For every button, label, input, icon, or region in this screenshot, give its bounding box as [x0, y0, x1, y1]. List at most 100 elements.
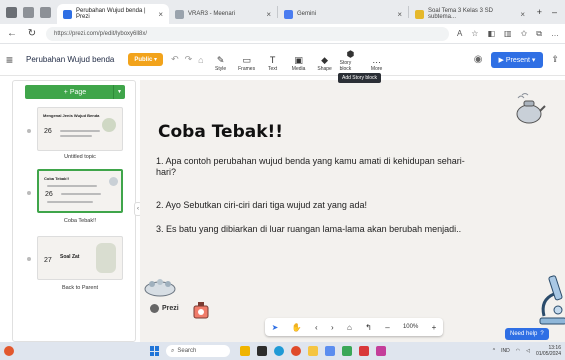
refresh-icon[interactable]: ↻ — [26, 28, 38, 39]
home-icon[interactable]: ⌂ — [347, 323, 352, 332]
close-icon[interactable]: × — [397, 10, 402, 19]
preview-eye-icon[interactable]: ◉ — [474, 54, 483, 65]
public-button[interactable]: Public ▾ — [128, 53, 164, 66]
browser-tab-bar: Perubahan Wujud benda | Prezi × VRAR3 - … — [0, 0, 565, 24]
slide-handle-icon[interactable] — [27, 191, 31, 195]
wifi-icon[interactable]: ◠ — [516, 348, 520, 354]
gemini-favicon-icon — [284, 9, 293, 19]
close-icon[interactable]: × — [266, 10, 271, 19]
slide-thumbnail[interactable]: Soal Zat 27 — [37, 236, 123, 280]
file-explorer-icon[interactable] — [240, 346, 250, 356]
zoom-in-icon[interactable]: + — [432, 323, 437, 332]
back-to-parent-icon[interactable]: ↰ — [365, 323, 372, 332]
share-icon[interactable]: ⇪ — [551, 54, 559, 65]
slide-title[interactable]: Coba Tebak!! — [158, 122, 283, 142]
tab-actions-icon[interactable] — [40, 6, 51, 18]
split-screen-icon[interactable]: ▥ — [504, 29, 512, 39]
format-painter-icon[interactable]: ⌂ — [198, 55, 203, 65]
new-tab-icon[interactable]: + — [537, 7, 542, 17]
undo-icon[interactable]: ↶ — [171, 54, 179, 65]
slide-handle-icon[interactable] — [27, 257, 31, 261]
add-page-button[interactable]: + Page ▼ — [25, 85, 125, 99]
slide-thumbnail-active[interactable]: Coba Tebak!! 26 — [37, 169, 123, 213]
more-tool[interactable]: … More — [366, 54, 388, 72]
collections-icon[interactable]: ⧉ — [536, 29, 542, 39]
tool-label: Style — [215, 65, 227, 72]
thumb-title: Mengenal Jenis Wujud Benda — [43, 113, 100, 118]
browser-toolbar-icons: A ☆ ◧ ▥ ✩ ⧉ … — [457, 29, 559, 39]
back-icon[interactable]: ← — [6, 28, 18, 39]
edge-icon[interactable] — [274, 346, 284, 356]
thumb-number: 26 — [45, 191, 53, 198]
slide-handle-icon[interactable] — [27, 129, 31, 133]
tab-soal[interactable]: Soal Tema 3 Kelas 3 SD subtema... × — [409, 4, 531, 24]
hamburger-menu-icon[interactable]: ≡ — [6, 53, 22, 67]
store-icon[interactable] — [325, 346, 335, 356]
search-placeholder: Search — [177, 348, 197, 354]
favorite-icon[interactable]: ☆ — [471, 29, 478, 39]
shape-tool[interactable]: ◆ Shape — [314, 54, 336, 72]
favorites-bar-icon[interactable]: ✩ — [521, 29, 528, 39]
tab-label: Soal Tema 3 Kelas 3 SD subtema... — [428, 8, 493, 20]
present-label: Present — [505, 56, 530, 64]
minimize-icon[interactable]: – — [552, 7, 557, 17]
pointer-icon[interactable]: ➤ — [272, 323, 279, 332]
hand-icon[interactable]: ✋ — [292, 323, 302, 332]
toolbar-right: ◉ ▶ Present ▾ ⇪ — [474, 51, 559, 68]
url-field[interactable]: https://prezi.com/p/edit/lyboxy6ll8x/ — [46, 26, 449, 41]
windows-start-icon[interactable] — [150, 346, 160, 356]
story-block-tool[interactable]: ⬢ Story block — [340, 48, 362, 72]
extensions-icon[interactable]: ◧ — [487, 29, 495, 39]
next-icon[interactable]: › — [331, 323, 334, 332]
text-tool[interactable]: T Text — [262, 54, 284, 72]
tab-groups-icon[interactable] — [23, 6, 34, 18]
terminal-icon[interactable] — [257, 346, 267, 356]
chrome-icon[interactable] — [291, 346, 301, 356]
chevron-up-icon[interactable]: ^ — [493, 348, 495, 354]
maps-icon[interactable] — [342, 346, 352, 356]
need-help-label: Need help — [510, 331, 538, 337]
slide-thumbnail[interactable]: Mengenal Jenis Wujud Benda 26 — [37, 107, 123, 151]
thumb-illustration-icon — [102, 118, 116, 132]
language-indicator[interactable]: IND — [501, 348, 510, 354]
present-button[interactable]: ▶ Present ▾ — [490, 51, 544, 68]
document-title[interactable]: Perubahan Wujud benda — [26, 55, 114, 64]
chevron-down-icon[interactable]: ▼ — [113, 85, 125, 99]
clock[interactable]: 13:16 01/05/2024 — [536, 345, 561, 357]
folder-icon[interactable] — [308, 346, 318, 356]
window-controls: + – — [537, 0, 565, 24]
tab-vrar[interactable]: VRAR3 - Meenari × — [169, 4, 277, 24]
tab-prezi[interactable]: Perubahan Wujud benda | Prezi × — [57, 4, 169, 24]
taskbar-search[interactable]: ⌕ Search — [166, 345, 230, 357]
frame-icon: ▭ — [242, 54, 251, 65]
style-tool[interactable]: ✎ Style — [210, 54, 232, 72]
volume-icon[interactable]: ◁ — [526, 348, 530, 354]
question-2[interactable]: 2. Ayo Sebutkan ciri-ciri dari tiga wuju… — [156, 200, 476, 211]
prezi-logo[interactable]: Prezi — [150, 304, 179, 313]
tab-gemini[interactable]: Gemini × — [278, 4, 408, 24]
close-icon[interactable]: × — [158, 10, 163, 19]
previous-icon[interactable]: ‹ — [315, 323, 318, 332]
gmail-icon[interactable] — [359, 346, 369, 356]
media-tool[interactable]: ▣ Media — [288, 54, 310, 72]
window-controls-left — [0, 0, 57, 24]
zoom-out-icon[interactable]: – — [385, 323, 389, 332]
weather-icon[interactable] — [4, 346, 14, 356]
profile-icon[interactable] — [6, 6, 17, 18]
need-help-button[interactable]: Need help ? — [505, 328, 549, 340]
read-aloud-icon[interactable]: A — [457, 29, 462, 39]
thumb-text-line — [47, 185, 97, 187]
clock-date: 01/05/2024 — [535, 351, 561, 357]
question-3[interactable]: 3. Es batu yang dibiarkan di luar ruanga… — [156, 224, 476, 235]
slide-canvas[interactable]: Coba Tebak!! 1. Apa contoh perubahan wuj… — [140, 80, 565, 342]
frames-tool[interactable]: ▭ Frames — [236, 54, 258, 72]
menu-icon[interactable]: … — [551, 29, 559, 39]
question-1[interactable]: 1. Apa contoh perubahan wujud benda yang… — [156, 156, 476, 178]
redo-icon[interactable]: ↷ — [185, 54, 193, 65]
slides-panel: + Page ▼ Mengenal Jenis Wujud Benda 26 U… — [12, 80, 136, 342]
close-icon[interactable]: × — [520, 10, 525, 19]
tab-label: Perubahan Wujud benda | Prezi — [76, 8, 146, 20]
thumb-number: 27 — [44, 257, 52, 264]
app-icon[interactable] — [376, 346, 386, 356]
thumb-title: Soal Zat — [60, 254, 80, 260]
